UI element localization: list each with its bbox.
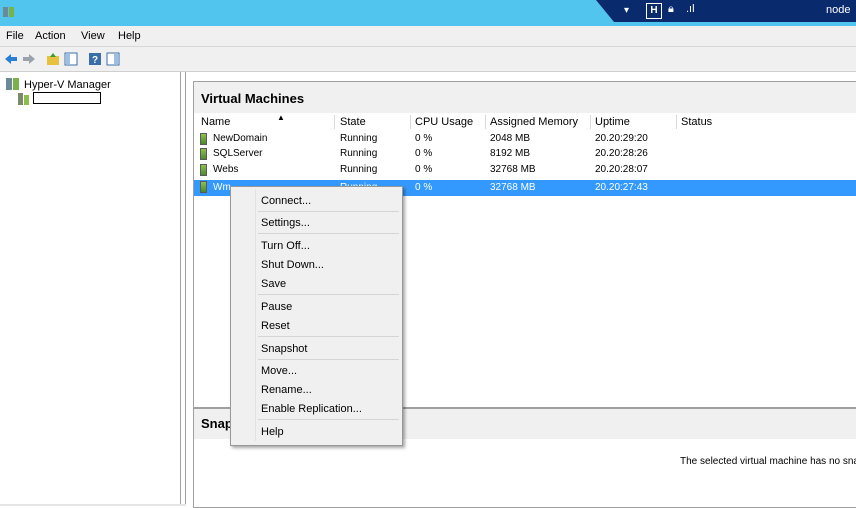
- column-status[interactable]: Status: [681, 116, 712, 128]
- menu-item-connect[interactable]: Connect...: [261, 195, 311, 207]
- tree-root-label: Hyper-V Manager: [24, 79, 111, 91]
- tree-root-hyperv-manager[interactable]: Hyper-V Manager: [6, 78, 111, 91]
- vm-name: NewDomain: [213, 133, 268, 144]
- vm-state: Running: [340, 164, 378, 175]
- vm-state: Running: [340, 133, 378, 144]
- menu-file[interactable]: File: [6, 30, 24, 42]
- menu-item-save[interactable]: Save: [261, 278, 286, 290]
- server-name-box: [33, 92, 101, 104]
- vm-state: Running: [340, 148, 378, 159]
- menu-gutter: [255, 189, 256, 441]
- vm-row[interactable]: Webs Running 0 % 32768 MB 20.20:28:07: [194, 164, 856, 177]
- connection-label: node: [826, 4, 851, 16]
- menu-separator: [258, 233, 399, 234]
- virtual-machines-title: Virtual Machines: [194, 82, 856, 113]
- column-uptime[interactable]: Uptime: [595, 116, 630, 128]
- signal-icon: .ıl: [686, 3, 695, 15]
- pin-icon[interactable]: ▾: [624, 5, 629, 16]
- pane-splitter[interactable]: [185, 72, 186, 506]
- menu-item-shut-down[interactable]: Shut Down...: [261, 259, 324, 271]
- help-icon[interactable]: ?: [88, 52, 102, 66]
- vm-icon: [200, 164, 207, 176]
- vm-table-header: Name ▲ State CPU Usage Assigned Memory U…: [194, 113, 856, 129]
- menu-item-help[interactable]: Help: [261, 426, 284, 438]
- vm-uptime: 20.20:27:43: [595, 182, 648, 193]
- column-assigned-memory[interactable]: Assigned Memory: [490, 116, 578, 128]
- tree-item-server[interactable]: [18, 92, 101, 106]
- hyperv-app-icon: [3, 7, 14, 17]
- remote-connection-bar: ▾ H 🔒︎ .ıl node: [596, 0, 856, 22]
- vm-memory: 8192 MB: [490, 148, 531, 159]
- vm-icon: [200, 148, 207, 160]
- hyperv-manager-icon: [6, 78, 19, 90]
- menu-action[interactable]: Action: [35, 30, 66, 42]
- menu-item-pause[interactable]: Pause: [261, 301, 292, 313]
- back-icon[interactable]: [4, 52, 18, 66]
- menu-separator: [258, 211, 399, 212]
- action-pane-icon[interactable]: [106, 52, 120, 66]
- up-folder-icon[interactable]: [46, 52, 60, 66]
- menu-item-settings[interactable]: Settings...: [261, 217, 310, 229]
- console-tree: Hyper-V Manager: [0, 72, 181, 506]
- menu-item-snapshot[interactable]: Snapshot: [261, 343, 307, 355]
- menu-item-enable-replication[interactable]: Enable Replication...: [261, 403, 362, 415]
- forward-icon[interactable]: [22, 52, 36, 66]
- vm-cpu: 0 %: [415, 164, 433, 175]
- vm-context-menu: Connect... Settings... Turn Off... Shut …: [230, 186, 403, 446]
- svg-text:?: ?: [92, 55, 98, 66]
- column-name[interactable]: Name: [201, 116, 230, 128]
- vm-cpu: 0 %: [415, 133, 433, 144]
- console-tree-icon[interactable]: [64, 52, 78, 66]
- vm-cpu: 0 %: [415, 148, 433, 159]
- menu-view[interactable]: View: [81, 30, 105, 42]
- menu-separator: [258, 359, 399, 360]
- menu-item-move[interactable]: Move...: [261, 365, 297, 377]
- toolbar: ?: [0, 47, 856, 72]
- menu-separator: [258, 294, 399, 295]
- lock-icon: 🔒︎: [668, 3, 674, 15]
- menu-item-turn-off[interactable]: Turn Off...: [261, 240, 310, 252]
- menu-item-rename[interactable]: Rename...: [261, 384, 312, 396]
- menu-separator: [258, 336, 399, 337]
- restore-icon[interactable]: H: [646, 3, 662, 19]
- menu-separator: [258, 419, 399, 420]
- vm-uptime: 20.20:29:20: [595, 133, 648, 144]
- vm-row[interactable]: SQLServer Running 0 % 8192 MB 20.20:28:2…: [194, 148, 856, 161]
- column-state[interactable]: State: [340, 116, 366, 128]
- vm-name: Webs: [213, 164, 239, 175]
- vm-cpu: 0 %: [415, 182, 433, 193]
- vm-name: Wm: [213, 182, 231, 193]
- vm-icon: [200, 181, 207, 193]
- menu-help[interactable]: Help: [118, 30, 141, 42]
- sort-ascending-icon: ▲: [277, 113, 285, 122]
- vm-uptime: 20.20:28:07: [595, 164, 648, 175]
- server-icon: [18, 93, 29, 105]
- column-cpu-usage[interactable]: CPU Usage: [415, 116, 473, 128]
- vm-row[interactable]: NewDomain Running 0 % 2048 MB 20.20:29:2…: [194, 133, 856, 146]
- snapshots-empty-message: The selected virtual machine has no snap…: [680, 456, 856, 467]
- menu-bar: File Action View Help: [0, 26, 856, 47]
- vm-memory: 32768 MB: [490, 182, 536, 193]
- vm-icon: [200, 133, 207, 145]
- vm-memory: 2048 MB: [490, 133, 531, 144]
- menu-item-reset[interactable]: Reset: [261, 320, 290, 332]
- vm-uptime: 20.20:28:26: [595, 148, 648, 159]
- vm-memory: 32768 MB: [490, 164, 536, 175]
- vm-name: SQLServer: [213, 148, 263, 159]
